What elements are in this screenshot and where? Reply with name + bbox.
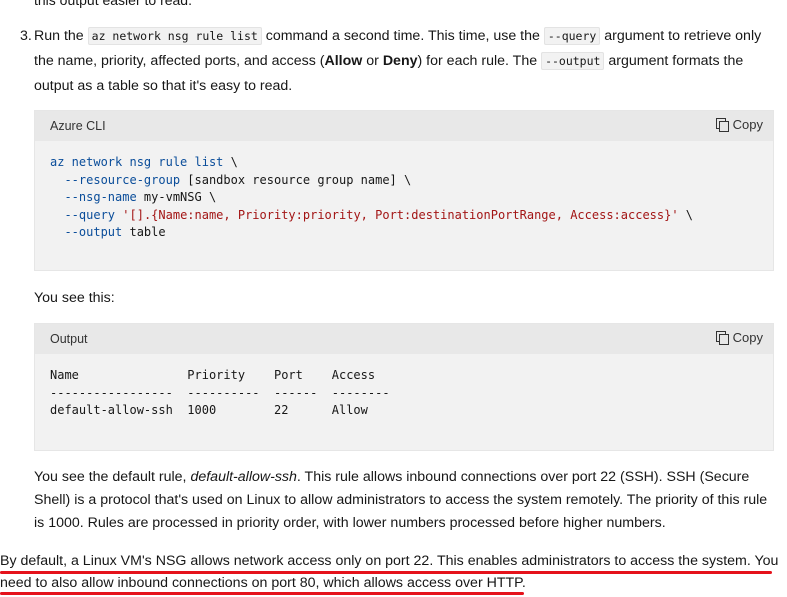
code-token: --resource-group [50, 172, 181, 187]
step-text: Run the az network nsg rule list command… [34, 24, 770, 99]
output-line: default-allow-ssh 1000 22 Allow [50, 403, 368, 417]
output-code: Name Priority Port Access --------------… [35, 354, 773, 420]
step-text-part: command a second time. This time, use th… [261, 28, 544, 44]
code-language-label: Output [50, 332, 88, 346]
code-block-header: Azure CLI Copy [35, 111, 773, 141]
highlighted-note-line-1: By default, a Linux VM's NSG allows netw… [0, 553, 779, 569]
inline-code-command: az network nsg rule list [87, 27, 262, 45]
copy-icon [715, 331, 729, 345]
see-this-text: You see this: [34, 290, 115, 306]
copy-icon [715, 118, 729, 132]
cli-code: az network nsg rule list \ --resource-gr… [35, 141, 773, 242]
step-text-part: Run the [34, 28, 88, 44]
copy-label: Copy [732, 330, 763, 345]
step-number: 3. [20, 28, 32, 44]
code-token: my-vmNSG \ [136, 190, 217, 204]
code-token: \ [678, 207, 694, 222]
paragraph-text: You see the default rule, [34, 469, 191, 485]
bold-allow: Allow [324, 53, 363, 69]
code-token: table [122, 225, 166, 239]
code-language-label: Azure CLI [50, 119, 106, 133]
inline-code-query: --query [543, 27, 601, 45]
output-code-block: Output Copy Name Priority Port Access --… [34, 323, 774, 451]
code-token: az network nsg rule list [50, 155, 224, 169]
step-text-part: or [362, 53, 383, 69]
code-token: --output [50, 225, 123, 239]
inline-code-output: --output [541, 52, 605, 70]
copy-button[interactable]: Copy [715, 117, 763, 132]
step-text-part: ) for each rule. The [417, 53, 542, 69]
red-underline-annotation [0, 592, 524, 595]
code-token: \ [223, 155, 238, 169]
output-line: ----------------- ---------- ------ ----… [50, 385, 390, 400]
copy-button[interactable]: Copy [715, 330, 763, 345]
output-line: Name Priority Port Access [50, 368, 376, 382]
bold-deny: Deny [382, 53, 418, 69]
previous-paragraph-fragment: this output easier to read. [34, 0, 192, 8]
rule-name-emphasis: default-allow-ssh [190, 469, 297, 485]
code-token: [sandbox resource group name] \ [180, 172, 412, 187]
code-block-header: Output Copy [35, 324, 773, 354]
code-token: --nsg-name [50, 190, 137, 204]
copy-label: Copy [732, 117, 763, 132]
code-token: --query [50, 207, 116, 222]
step-3: 3. Run the az network nsg rule list comm… [20, 24, 770, 99]
default-rule-paragraph: You see the default rule, default-allow-… [34, 466, 779, 535]
code-token: '[].{Name:name, Priority:priority, Port:… [122, 207, 679, 222]
cli-code-block: Azure CLI Copy az network nsg rule list … [34, 110, 774, 271]
